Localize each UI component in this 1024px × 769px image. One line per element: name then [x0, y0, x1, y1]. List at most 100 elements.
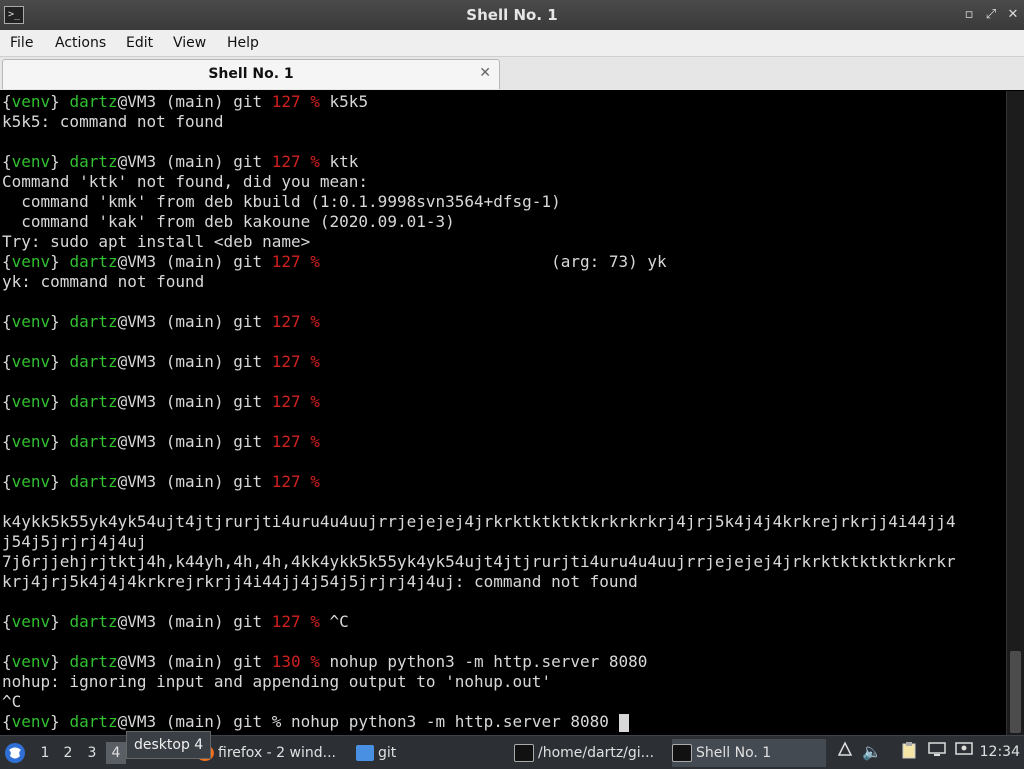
- terminal-text: @VM3 (main) git: [117, 472, 272, 491]
- terminal-text: dartz: [69, 392, 118, 411]
- menu-help[interactable]: Help: [227, 30, 259, 56]
- menu-bar: File Actions Edit View Help: [0, 30, 1024, 57]
- minimize-button[interactable]: ▫: [960, 6, 978, 24]
- workspace-1[interactable]: 1: [35, 742, 55, 764]
- workspace-2[interactable]: 2: [58, 742, 78, 764]
- close-button[interactable]: ✕: [1004, 6, 1022, 24]
- terminal-text: 127 %: [271, 92, 320, 111]
- terminal-line: k4ykk5k55yk4yk54ujt4jtjrurjti4uru4u4uujr…: [2, 512, 956, 532]
- terminal-text: k5k5: command not found: [2, 112, 224, 131]
- terminal-text: }: [50, 652, 70, 671]
- terminal-line: krj4jrj5k4j4j4krkrejrkrjj4i44jj4j54j5jrj…: [2, 572, 638, 592]
- menu-view[interactable]: View: [173, 30, 206, 56]
- terminal-text: venv: [11, 392, 51, 411]
- terminal-text: 7j6rjjehjrjtktj4h,k44yh,4h,4h,4kk4ykk5k5…: [2, 552, 956, 571]
- terminal-line: {venv} dartz@VM3 (main) git 127 % (arg: …: [2, 252, 667, 272]
- menu-edit[interactable]: Edit: [126, 30, 153, 56]
- terminal-text: {: [2, 612, 12, 631]
- terminal-text: dartz: [69, 92, 118, 111]
- text-cursor: [618, 713, 629, 732]
- scrollbar-thumb[interactable]: [1010, 651, 1021, 733]
- terminal-text: 127 %: [271, 472, 320, 491]
- terminal-text: }: [50, 612, 70, 631]
- terminal-text: venv: [11, 612, 51, 631]
- clock[interactable]: 12:34: [980, 736, 1020, 769]
- terminal-text: {: [2, 392, 12, 411]
- folder-icon: [356, 745, 374, 761]
- terminal-text: }: [50, 432, 70, 451]
- task-shell-no-1[interactable]: Shell No. 1: [672, 739, 826, 767]
- terminal-text: @VM3 (main) git: [117, 352, 272, 371]
- window-titlebar[interactable]: >_ Shell No. 1 ▫ ⤢ ✕: [0, 0, 1024, 30]
- terminal-text: @VM3 (main) git: [117, 312, 272, 331]
- terminal-text: {: [2, 312, 12, 331]
- terminal-text: (arg: 73) yk: [319, 252, 667, 271]
- terminal-text: j54j5jrjrj4j4uj: [2, 532, 147, 551]
- terminal-text: @VM3 (main) git: [117, 612, 272, 631]
- terminal-line: yk: command not found: [2, 272, 204, 292]
- terminal-line: k5k5: command not found: [2, 112, 224, 132]
- task-label: /home/dartz/gi...: [538, 745, 655, 761]
- terminal-text: @VM3 (main) git: [117, 392, 272, 411]
- tab-close-icon[interactable]: ✕: [479, 65, 491, 81]
- terminal-text: dartz: [69, 312, 118, 331]
- display-icon[interactable]: [926, 741, 948, 763]
- terminal-text: krj4jrj5k4j4j4krkrejrkrjj4i44jj4j54j5jrj…: [2, 572, 638, 591]
- terminal-text: @VM3 (main) git: [117, 252, 272, 271]
- terminal-text: yk: command not found: [2, 272, 205, 291]
- terminal-text: ktk: [319, 152, 359, 171]
- terminal-text: venv: [11, 252, 51, 271]
- workspace-4[interactable]: 4: [106, 742, 126, 764]
- terminal-text: dartz: [69, 652, 118, 671]
- tab-shell-1[interactable]: Shell No. 1 ✕: [2, 59, 500, 89]
- terminal-text: ^C: [319, 612, 349, 631]
- terminal-text: Try: sudo apt install <deb name>: [2, 232, 311, 251]
- terminal-text: Command 'ktk' not found, did you mean:: [2, 172, 369, 191]
- terminal-text: 127 %: [271, 392, 320, 411]
- network-icon[interactable]: [834, 741, 856, 763]
- terminal-text: venv: [11, 312, 51, 331]
- terminal-text: dartz: [69, 152, 118, 171]
- terminal-text: 127 %: [271, 352, 320, 371]
- workspace-3[interactable]: 3: [82, 742, 102, 764]
- terminal-line: command 'kak' from deb kakoune (2020.09.…: [2, 212, 454, 232]
- terminal-line: {venv} dartz@VM3 (main) git 127 %: [2, 352, 320, 372]
- terminal-text: venv: [11, 472, 51, 491]
- task-git-folder[interactable]: git: [356, 739, 506, 767]
- terminal-text: {: [2, 712, 12, 731]
- menu-file[interactable]: File: [10, 30, 33, 56]
- task-firefox[interactable]: firefox - 2 wind...: [196, 739, 356, 767]
- terminal-text: @VM3 (main) git: [117, 652, 272, 671]
- terminal-text: {: [2, 472, 12, 491]
- terminal-scrollbar[interactable]: [1006, 91, 1024, 735]
- terminal-icon: [514, 744, 534, 762]
- terminal-icon: [672, 744, 692, 762]
- volume-icon[interactable]: 🔈: [861, 741, 883, 763]
- tab-bar: Shell No. 1 ✕: [0, 57, 1024, 90]
- screen-settings-icon[interactable]: [953, 741, 975, 763]
- task-home-dartz[interactable]: /home/dartz/gi...: [514, 739, 666, 767]
- terminal-text: }: [50, 312, 70, 331]
- terminal-text: nohup python3 -m http.server 8080: [319, 652, 648, 671]
- terminal-line: {venv} dartz@VM3 (main) git 130 % nohup …: [2, 652, 647, 672]
- start-menu-icon[interactable]: [4, 742, 26, 764]
- menu-actions[interactable]: Actions: [55, 30, 106, 56]
- terminal-text: 130 %: [271, 652, 320, 671]
- clipboard-icon[interactable]: [898, 741, 920, 763]
- terminal-text: 127 %: [271, 432, 320, 451]
- terminal-text: venv: [11, 652, 51, 671]
- terminal-text: dartz: [69, 712, 118, 731]
- maximize-button[interactable]: ⤢: [982, 6, 1000, 24]
- terminal-output[interactable]: {venv} dartz@VM3 (main) git 127 % k5k5 k5…: [0, 91, 1006, 735]
- task-label: git: [378, 745, 397, 761]
- terminal-line: Try: sudo apt install <deb name>: [2, 232, 310, 252]
- terminal-text: @VM3 (main) git: [117, 152, 272, 171]
- terminal-text: 127 %: [271, 152, 320, 171]
- terminal-text: {: [2, 432, 12, 451]
- terminal-text: ^C: [2, 692, 22, 711]
- tab-label: Shell No. 1: [208, 66, 294, 82]
- terminal-text: 127 %: [271, 312, 320, 331]
- terminal-line: {venv} dartz@VM3 (main) git 127 %: [2, 312, 320, 332]
- terminal-text: @VM3 (main) git % nohup python3 -m http.…: [117, 712, 619, 731]
- terminal-text: venv: [11, 152, 51, 171]
